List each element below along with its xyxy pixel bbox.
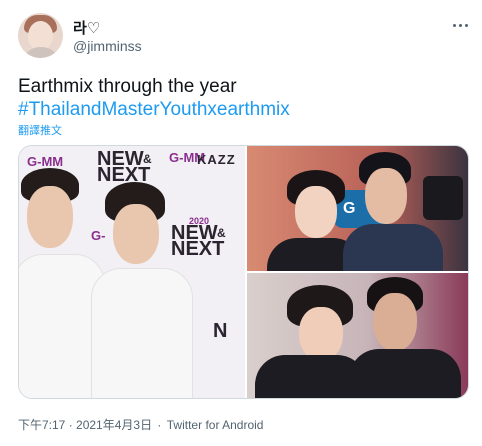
- more-dot: [458, 23, 462, 27]
- translate-tweet-link[interactable]: 翻譯推文: [18, 122, 62, 138]
- backdrop-text: NEXT: [97, 164, 151, 186]
- media-grid: G-MM NEW & NEXT G-MM KAZZ 2020 NEW & NEX…: [18, 145, 469, 399]
- tweet-metadata: 下午7:17 · 2021年4月3日 · Twitter for Android: [18, 416, 263, 433]
- more-dot: [452, 23, 456, 27]
- person-suit: [349, 349, 461, 398]
- person-face: [299, 307, 343, 361]
- person-face: [295, 186, 337, 238]
- person-face: [27, 186, 73, 248]
- photo-3[interactable]: [247, 273, 468, 398]
- person-suit: [343, 224, 443, 271]
- backdrop-text: G: [343, 200, 356, 217]
- photo-1[interactable]: G-MM NEW & NEXT G-MM KAZZ 2020 NEW & NEX…: [19, 146, 245, 398]
- backdrop-text: KAZZ: [197, 152, 236, 167]
- timestamp-link[interactable]: 下午7:17 · 2021年4月3日: [18, 418, 152, 432]
- display-name[interactable]: 라♡: [73, 17, 100, 38]
- user-handle[interactable]: @jimminss: [73, 38, 142, 54]
- backdrop-text: NEXT: [171, 238, 225, 260]
- tweet-card[interactable]: 라♡ @jimminss Earthmix through the year #…: [0, 0, 482, 446]
- separator: ·: [157, 418, 162, 432]
- source-label: Twitter for Android: [166, 418, 264, 432]
- person-face: [113, 204, 159, 264]
- avatar[interactable]: [18, 13, 63, 58]
- more-horizontal-icon[interactable]: [450, 18, 470, 32]
- photo-2[interactable]: G: [247, 146, 468, 271]
- tweet-text: Earthmix through the year: [18, 76, 237, 97]
- backdrop-text: G-MM: [27, 154, 64, 169]
- person-face: [365, 168, 407, 224]
- backdrop-text: N: [213, 320, 228, 342]
- more-dot: [464, 23, 468, 27]
- camera-shape: [423, 176, 463, 220]
- hashtag-link[interactable]: #ThailandMasterYouthxearthmix: [18, 98, 290, 122]
- person-shirt: [91, 268, 193, 398]
- backdrop-text: G-: [91, 228, 106, 243]
- person-face: [373, 293, 417, 351]
- avatar-shirt: [22, 47, 60, 58]
